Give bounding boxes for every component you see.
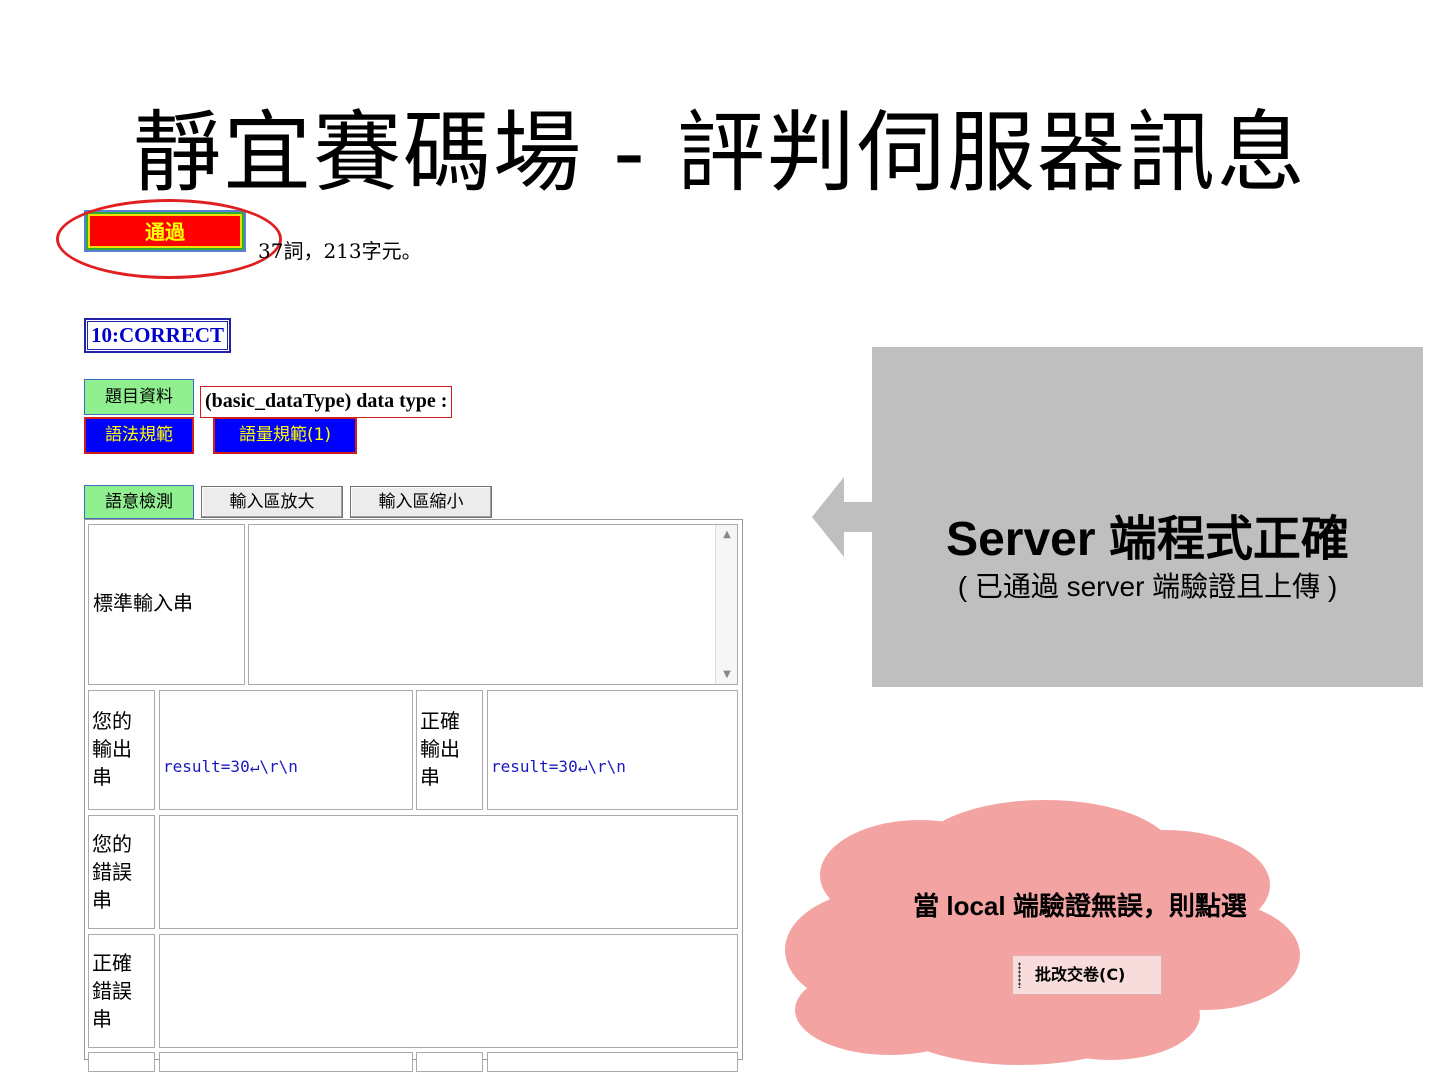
table-row	[159, 1052, 413, 1072]
scroll-down-icon[interactable]: ▼	[716, 669, 738, 680]
cloud-shape	[785, 800, 1300, 1065]
word-char-count: 37詞，213字元。	[258, 239, 422, 263]
correct-output-label-cell: 正確輸出串	[416, 690, 483, 810]
correct-error-cell	[159, 934, 738, 1048]
table-row	[487, 1052, 738, 1072]
callout-arrow-shaft	[843, 502, 872, 532]
problem-title: (basic_dataType) data type :	[200, 386, 453, 418]
your-output-cell: result=30↵\r\n	[159, 690, 413, 810]
slide-title: 靜宜賽碼場 - 評判伺服器訊息	[133, 101, 1307, 204]
your-output-label-cell: 您的輸出串	[88, 690, 155, 810]
quantity-rule-button[interactable]: 語量規範(1)	[213, 417, 357, 454]
your-output-value: result=30↵\r\n	[163, 757, 298, 776]
your-error-label: 您的錯誤串	[92, 832, 132, 912]
stdin-label-cell: 標準輸入串	[88, 524, 245, 685]
status-badge-text: 10:CORRECT	[87, 321, 229, 350]
your-error-label-cell: 您的錯誤串	[88, 815, 155, 929]
status-badge: 10:CORRECT	[84, 318, 232, 353]
submit-button-label: 批改交卷(C)	[1035, 965, 1126, 984]
stdin-textarea[interactable]: ▲ ▼	[248, 524, 738, 685]
table-row	[88, 1052, 155, 1072]
table-row	[416, 1052, 483, 1072]
shrink-input-button[interactable]: 輸入區縮小	[350, 486, 492, 518]
callout-sub-text: ( 已通過 server 端驗證且上傳 )	[957, 571, 1338, 602]
scroll-up-icon[interactable]: ▲	[716, 529, 738, 540]
correct-output-value: result=30↵\r\n	[491, 757, 626, 776]
correct-error-label-cell: 正確錯誤串	[88, 934, 155, 1048]
cloud-text: 當 local 端驗證無誤，則點選	[913, 891, 1247, 921]
enlarge-input-button[interactable]: 輸入區放大	[201, 486, 343, 518]
syntax-rule-button[interactable]: 語法規範	[84, 417, 194, 454]
your-output-label: 您的輸出串	[92, 709, 132, 789]
grip-icon	[1018, 962, 1021, 988]
highlight-ellipse	[56, 199, 282, 279]
callout-arrow-icon	[812, 477, 844, 557]
correct-output-cell: result=30↵\r\n	[487, 690, 738, 810]
problem-info-button[interactable]: 題目資料	[84, 379, 194, 415]
stdin-label: 標準輸入串	[93, 591, 193, 615]
stdin-scrollbar[interactable]: ▲ ▼	[715, 525, 737, 684]
callout-main-text: Server 端程式正確	[946, 513, 1349, 566]
correct-output-label: 正確輸出串	[420, 709, 460, 789]
your-error-cell	[159, 815, 738, 929]
submit-button[interactable]: 批改交卷(C)	[1012, 955, 1162, 995]
correct-error-label: 正確錯誤串	[92, 951, 132, 1031]
semantic-check-button[interactable]: 語意檢測	[84, 485, 194, 519]
